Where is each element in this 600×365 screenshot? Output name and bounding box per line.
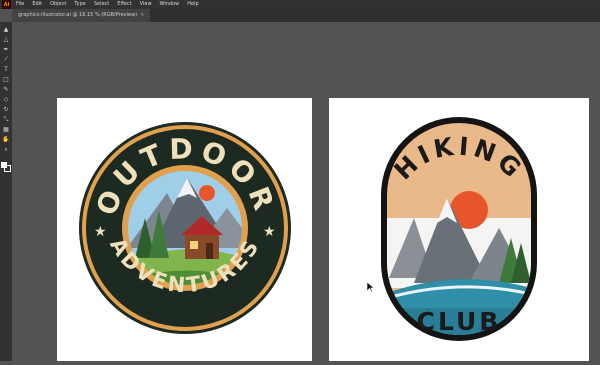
direct-selection-tool-icon[interactable]: △: [2, 36, 10, 44]
arrow-cursor-icon: [367, 282, 375, 292]
eraser-tool-icon[interactable]: ◇: [2, 96, 10, 104]
hiking-club-badge: HIKING CLUB: [381, 117, 537, 341]
rotate-tool-icon[interactable]: ↻: [2, 106, 10, 114]
menu-help[interactable]: Help: [187, 0, 198, 9]
scale-tool-icon[interactable]: ⤡: [2, 116, 10, 124]
pencil-tool-icon[interactable]: ✎: [2, 86, 10, 94]
canvas-area[interactable]: OUTDOOR ADVENTURES ★ ★ HIKING CLUB: [12, 22, 600, 361]
menu-window[interactable]: Window: [160, 0, 180, 9]
pen-tool-icon[interactable]: ✒: [2, 46, 10, 54]
rectangle-tool-icon[interactable]: □: [2, 76, 10, 84]
type-tool-icon[interactable]: T: [2, 66, 10, 74]
selection-tool-icon[interactable]: ▲: [2, 26, 10, 34]
app-logo-icon[interactable]: Ai: [2, 0, 11, 9]
document-tab-label: graphics-illustrator.ai @ 16.15 % (RGB/P…: [18, 12, 138, 18]
document-tab[interactable]: graphics-illustrator.ai @ 16.15 % (RGB/P…: [12, 9, 151, 22]
menu-object[interactable]: Object: [50, 0, 66, 9]
star-icon: ★: [263, 224, 276, 240]
gradient-tool-icon[interactable]: ▦: [2, 126, 10, 134]
badge-bottom-text: CLUB: [417, 307, 502, 336]
tools-panel: ▲ △ ✒ ⁄ T □ ✎ ◇ ↻ ⤡ ▦ ✋ ⌕: [0, 22, 12, 361]
artboard-hiking-club[interactable]: HIKING CLUB: [329, 98, 589, 361]
hand-tool-icon[interactable]: ✋: [2, 136, 10, 144]
document-tab-bar: graphics-illustrator.ai @ 16.15 % (RGB/P…: [12, 9, 600, 22]
outdoor-adventures-badge: OUTDOOR ADVENTURES ★ ★: [79, 122, 291, 334]
menu-select[interactable]: Select: [94, 0, 109, 9]
menu-edit[interactable]: Edit: [32, 0, 42, 9]
menu-type[interactable]: Type: [74, 0, 85, 9]
artboard-outdoor-adventures[interactable]: OUTDOOR ADVENTURES ★ ★: [57, 98, 312, 361]
brush-tool-icon[interactable]: ⁄: [2, 56, 10, 64]
sun-icon: [199, 185, 215, 201]
close-tab-icon[interactable]: ×: [140, 12, 144, 18]
menu-bar: Ai File Edit Object Type Select Effect V…: [0, 0, 600, 9]
star-icon: ★: [94, 224, 107, 240]
menu-file[interactable]: File: [16, 0, 24, 9]
zoom-tool-icon[interactable]: ⌕: [2, 146, 10, 154]
menu-view[interactable]: View: [140, 0, 152, 9]
stroke-color-swatch[interactable]: [4, 165, 11, 172]
menu-effect[interactable]: Effect: [117, 0, 131, 9]
